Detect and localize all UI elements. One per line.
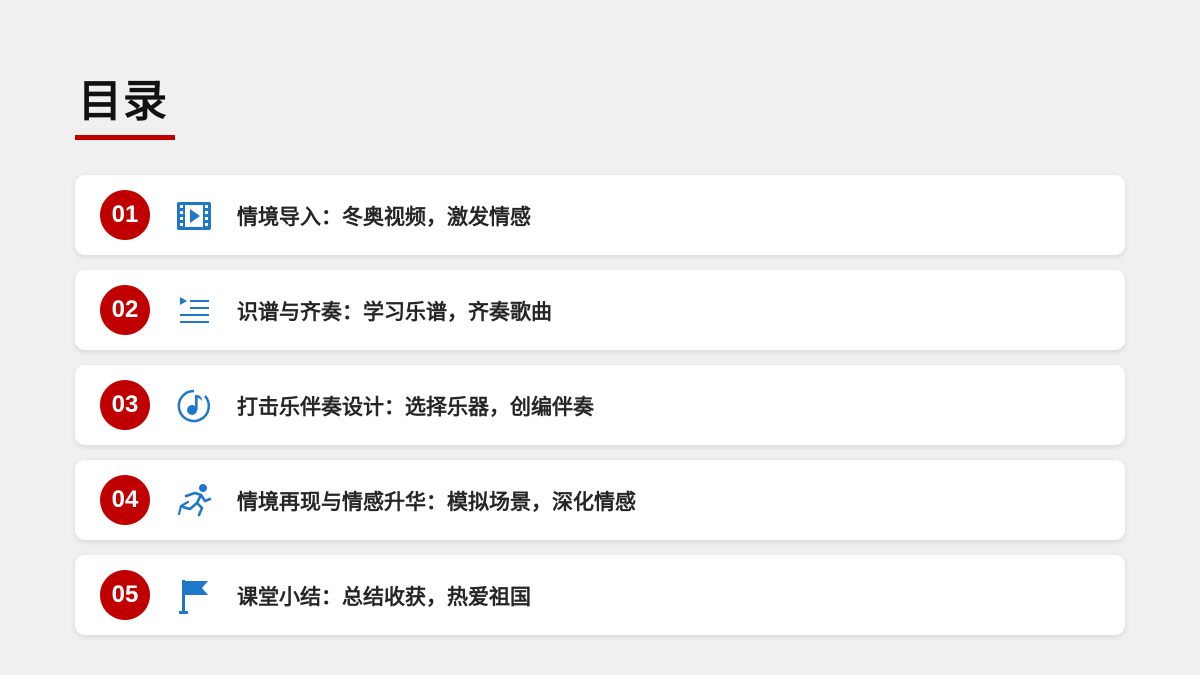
toc-item-text: 打击乐伴奏设计：选择乐器，创编伴奏 (237, 395, 594, 419)
toc-item-1[interactable]: 01 情境导入：冬奥视频，激发情感 (75, 175, 1125, 255)
page-title: 目录 (78, 76, 168, 127)
toc-item-text: 识谱与齐奏：学习乐谱，齐奏歌曲 (237, 300, 552, 324)
toc-item-2[interactable]: 02 识谱与齐奏：学习乐谱，齐奏歌曲 (75, 270, 1125, 350)
toc-number-badge: 01 (100, 190, 150, 240)
title-underline (75, 135, 175, 140)
toc-number-badge: 02 (100, 285, 150, 335)
toc-item-5[interactable]: 05 课堂小结：总结收获，热爱祖国 (75, 555, 1125, 635)
toc-number-badge: 04 (100, 475, 150, 525)
toc-list: 01 情境导入：冬奥视频，激发情感 02 识谱与齐奏：学习乐谱，齐奏歌曲 03 … (75, 175, 1125, 650)
playlist-icon (175, 292, 213, 330)
toc-item-text: 课堂小结：总结收获，热爱祖国 (237, 585, 531, 609)
toc-item-text: 情境导入：冬奥视频，激发情感 (237, 205, 531, 229)
music-note-icon (175, 387, 213, 425)
flag-icon (175, 577, 213, 615)
toc-item-text: 情境再现与情感升华：模拟场景，深化情感 (237, 490, 636, 514)
toc-number-badge: 03 (100, 380, 150, 430)
video-film-icon (175, 197, 213, 235)
toc-item-4[interactable]: 04 情境再现与情感升华：模拟场景，深化情感 (75, 460, 1125, 540)
running-person-icon (175, 482, 213, 520)
toc-number-badge: 05 (100, 570, 150, 620)
toc-item-3[interactable]: 03 打击乐伴奏设计：选择乐器，创编伴奏 (75, 365, 1125, 445)
